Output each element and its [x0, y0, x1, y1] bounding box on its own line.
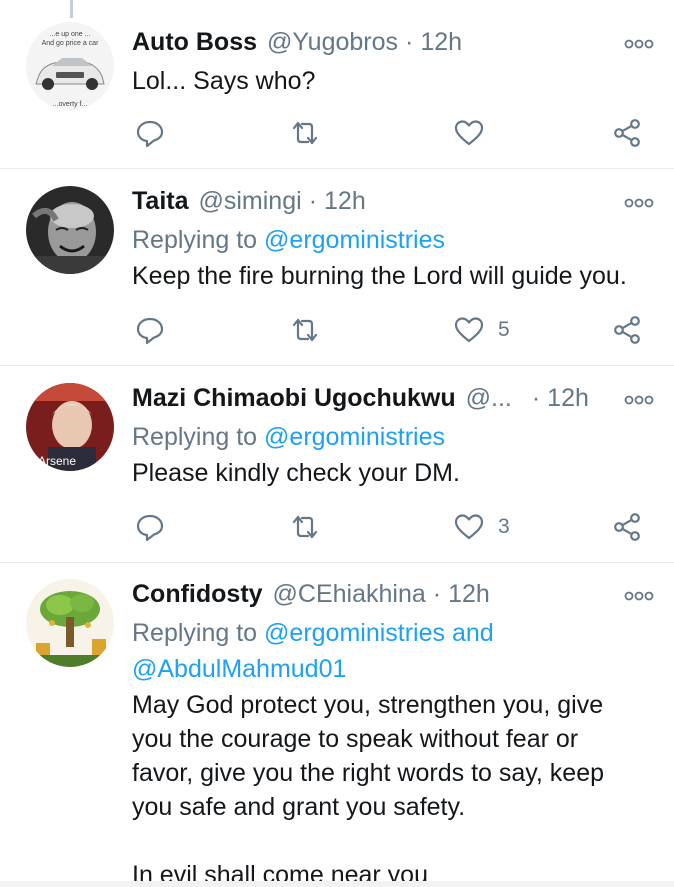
- avatar[interactable]: Arsene: [26, 383, 114, 471]
- reply-icon: [136, 514, 164, 542]
- tweet-text: Keep the fire burning the Lord will guid…: [132, 262, 627, 290]
- tweet-taita[interactable]: Taita @simingi · 12h Replying to @ergomi…: [0, 169, 674, 366]
- tweet-text-line: you the courage to speak without fear or: [132, 725, 579, 753]
- tweet-text: Lol... Says who?: [132, 67, 316, 95]
- share-icon: [614, 316, 640, 344]
- timestamp[interactable]: 12h: [420, 28, 462, 57]
- tweet-actions: [132, 116, 644, 150]
- tweet-confidosty[interactable]: Confidosty @CEhiakhina · 12h Replying to…: [0, 563, 674, 887]
- separator-dot: ·: [405, 28, 414, 56]
- user-handle[interactable]: @simingi: [199, 187, 302, 216]
- like-count: 3: [498, 515, 510, 538]
- mention-link[interactable]: @ergoministries: [264, 226, 445, 254]
- tweet-text-line: favor, give you the right words to say, …: [132, 759, 605, 787]
- svg-text:...e up one ...: ...e up one ...: [50, 31, 91, 38]
- replying-to-label: Replying to: [132, 423, 258, 451]
- tweet-text: Please kindly check your DM.: [132, 459, 460, 487]
- replying-to: Replying to @ergoministries: [132, 223, 654, 257]
- tweet-text-line: you safe and grant you safety.: [132, 793, 466, 821]
- reply-button[interactable]: [135, 313, 165, 347]
- reply-button[interactable]: [135, 116, 165, 150]
- heart-icon: [454, 317, 484, 343]
- avatar[interactable]: [26, 186, 114, 274]
- user-handle[interactable]: @Yugobros: [267, 28, 398, 57]
- display-name[interactable]: Auto Boss: [132, 28, 257, 57]
- user-handle[interactable]: @CEhiakhina: [273, 580, 426, 609]
- separator-dot: ·: [432, 580, 442, 608]
- more-options-button[interactable]: [624, 193, 654, 213]
- share-button[interactable]: [612, 510, 642, 544]
- svg-text:And go price a car: And go price a car: [42, 40, 99, 47]
- share-icon: [614, 513, 640, 541]
- like-button[interactable]: 3: [454, 510, 510, 544]
- like-button[interactable]: 5: [454, 313, 510, 347]
- avatar[interactable]: [26, 579, 114, 667]
- tweet-text-line: May God protect you, strengthen you, giv…: [132, 691, 604, 719]
- user-handle[interactable]: @...: [466, 384, 512, 413]
- more-options-button[interactable]: [624, 390, 654, 410]
- more-options-icon: [624, 198, 654, 208]
- more-options-icon: [624, 591, 654, 601]
- share-button[interactable]: [612, 313, 642, 347]
- retweet-icon: [292, 318, 318, 342]
- timestamp[interactable]: 12h: [324, 187, 366, 216]
- svg-text:...overty f...: ...overty f...: [53, 101, 88, 108]
- tweet-mazi-chimaobi[interactable]: Arsene Mazi Chimaobi Ugochukwu @... · 12…: [0, 366, 674, 563]
- like-button[interactable]: [454, 116, 484, 150]
- display-name[interactable]: Mazi Chimaobi Ugochukwu: [132, 384, 456, 413]
- mention-link[interactable]: @AbdulMahmud01: [132, 655, 346, 683]
- mention-link[interactable]: @ergoministries and: [264, 619, 494, 647]
- tweet-actions: 3: [132, 510, 644, 544]
- mention-link[interactable]: @ergoministries: [264, 423, 445, 451]
- timestamp[interactable]: 12h: [448, 580, 490, 609]
- replying-to-label: Replying to: [132, 619, 258, 647]
- share-icon: [614, 119, 640, 147]
- like-count: 5: [498, 318, 510, 341]
- car-advert-avatar-image: ...e up one ... And go price a car ...ov…: [26, 22, 114, 110]
- separator-dot: ·: [531, 384, 541, 412]
- heart-icon: [454, 120, 484, 146]
- avatar[interactable]: ...e up one ... And go price a car ...ov…: [26, 22, 114, 110]
- heart-icon: [454, 514, 484, 540]
- tweet-text-line: [132, 824, 654, 858]
- more-options-icon: [624, 395, 654, 405]
- more-options-button[interactable]: [624, 34, 654, 54]
- display-name[interactable]: Confidosty: [132, 580, 263, 609]
- retweet-icon: [292, 515, 318, 539]
- retweet-icon: [292, 121, 318, 145]
- retweet-button[interactable]: [290, 116, 320, 150]
- separator-dot: ·: [308, 187, 318, 215]
- reply-icon: [136, 120, 164, 148]
- replying-to-second-line: @AbdulMahmud01: [132, 652, 654, 686]
- retweet-button[interactable]: [290, 313, 320, 347]
- retweet-button[interactable]: [290, 510, 320, 544]
- money-tree-avatar-image: [26, 579, 114, 667]
- tweet-auto-boss[interactable]: ...e up one ... And go price a car ...ov…: [0, 0, 674, 169]
- display-name[interactable]: Taita: [132, 187, 189, 216]
- share-button[interactable]: [612, 116, 642, 150]
- more-options-icon: [624, 39, 654, 49]
- tweet-actions: 5: [132, 313, 644, 347]
- reply-icon: [136, 317, 164, 345]
- tweet-text: May God protect you, strengthen you, giv…: [132, 688, 654, 887]
- more-options-button[interactable]: [624, 586, 654, 606]
- replying-to: Replying to @ergoministries: [132, 420, 654, 454]
- book-cover-portrait-avatar-image: Arsene: [26, 383, 114, 471]
- reply-button[interactable]: [135, 510, 165, 544]
- timestamp[interactable]: 12h: [547, 384, 589, 413]
- replying-to-label: Replying to: [132, 226, 258, 254]
- old-man-bw-avatar-image: [26, 186, 114, 274]
- replying-to: Replying to @ergoministries and: [132, 616, 654, 650]
- svg-text:Arsene: Arsene: [38, 454, 76, 468]
- bottom-fade-bar: [0, 881, 674, 887]
